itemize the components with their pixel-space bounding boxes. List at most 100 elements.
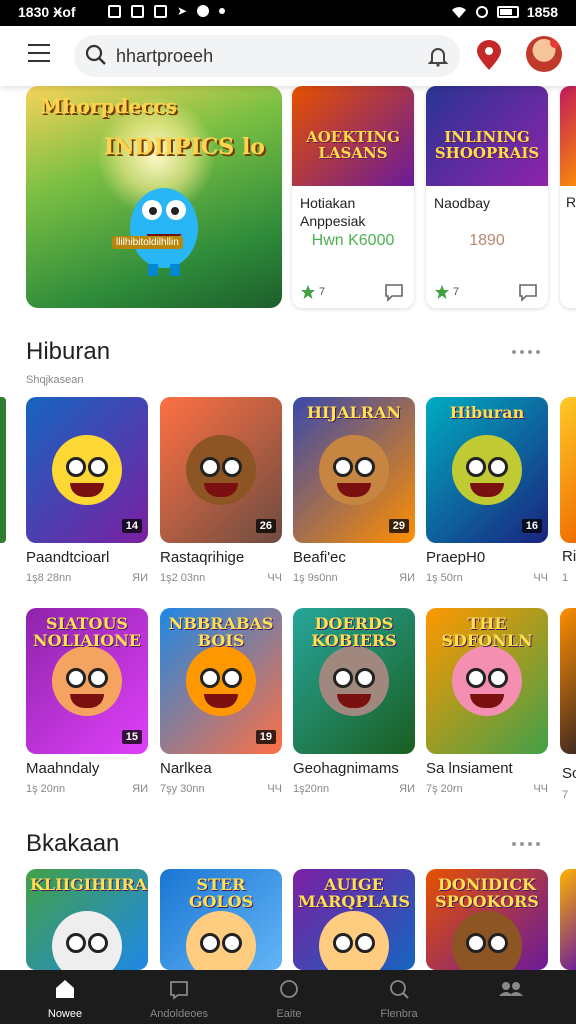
game-tile-title-art: SIATOUS NOLIAIONE [33,614,141,650]
game-tile-image: NBBRABAS BOIS 19 [160,608,282,754]
tile-meta: 1ş2 03nn ЧЧ [160,572,282,584]
search-bar[interactable]: hhartproeeh [74,35,460,77]
tile-size: 1ş2 03nn [160,572,206,584]
tile-name: Paandtcioarl [26,549,110,566]
tile-rating: ЧЧ [267,783,282,795]
tile-name: Narlkea [160,760,212,777]
nav-search[interactable]: Flenbra [344,970,454,1024]
search-icon [85,44,106,65]
wifi-icon [451,7,466,18]
app-card[interactable]: AOEKTING LASANS Hotiakan Anppesiak Hwn K… [292,86,414,308]
tile-name: Sa lnsiament [426,760,513,777]
bottom-navigation: Nowee Andoldeoes Eaite Flenbra [0,970,576,1024]
app-card[interactable]: INLINING SHOOPRAIS Naodbay 1890 7 [426,86,548,308]
game-tile-title-art: THE SDFONLN [441,614,533,650]
tile-name: Rastaqrihige [160,549,245,566]
comment-icon[interactable] [384,282,404,302]
tile-rating: ЯИ [132,783,148,795]
app-card-price: 1890 [469,232,505,249]
tile-name: Geohagnimams [293,760,399,777]
battery-icon [496,6,519,18]
location-pin-icon[interactable] [474,40,504,72]
star-icon [435,285,449,299]
game-tile[interactable]: DOERDS KOBIERS Geohagnimams 1ş20nn ЯИ [293,608,415,795]
section-title: Hiburan [26,338,111,365]
game-tile-title-art: HIJALRAN [306,403,402,422]
sync-icon [197,5,210,17]
status-time-right: 1858 [526,4,558,20]
more-options-icon[interactable] [512,348,548,356]
tile-peek-right[interactable] [560,608,576,754]
notification-icon [154,4,167,18]
game-tile-title-art: AUIGE MARQPLAIS [297,875,411,911]
location-icon: ➤ [177,4,188,18]
game-tile-image: DONIDICK SPOOKORS [426,869,548,970]
game-tile[interactable]: Hiburan 16 PraepH0 1ş 50rn ЧЧ [426,397,548,584]
game-tile-image: HIJALRAN 29 [293,397,415,543]
tile-meta: 7ş 20rn ЧЧ [426,783,548,795]
app-card-name: Hotiakan Anppesiak [300,195,366,230]
game-tile-title-art: DONIDICK SPOOKORS [435,875,539,911]
age-rating-badge: 16 [521,519,542,533]
game-tile[interactable]: SIATOUS NOLIAIONE 15 Maahndaly 1ş 20nn ЯИ [26,608,148,795]
app-card-name: Naodbay [434,195,491,211]
tile-size: 1ş20nn [293,783,330,795]
tile-size: 1ş 20nn [26,783,66,795]
age-rating-badge: 14 [121,519,142,533]
featured-subtitle: llilhibitoldilhllin [112,236,183,249]
game-tile[interactable]: AUIGE MARQPLAIS [293,869,415,970]
avatar[interactable] [526,36,562,72]
app-card-art-title: INLINING SHOOPRAIS [434,128,540,162]
app-card-name: R [566,194,576,210]
comment-icon[interactable] [518,282,538,302]
age-rating-badge: 15 [121,730,142,744]
game-tile[interactable]: THE SDFONLN Sa lnsiament 7ş 20rn ЧЧ [426,608,548,795]
tile-rating: ЯИ [399,783,415,795]
tile-peek-right[interactable] [560,869,576,970]
featured-banner[interactable]: Mhorpdeccs INDIIPICS lo llilhibitoldilhl… [26,86,282,308]
tile-rating: ЧЧ [533,572,548,584]
game-tile-image: KLIIGIHIIRAN [26,869,148,970]
tile-name: Maahndaly [26,760,100,777]
menu-icon[interactable] [28,44,50,62]
app-card-peek[interactable]: R [560,86,576,308]
game-tile-image: Hiburan 16 [426,397,548,543]
app-card-rating: 7 [300,284,325,300]
nav-home[interactable]: Nowee [10,970,120,1024]
tile-rating: ЯИ [399,572,415,584]
game-tile[interactable]: KLIIGIHIIRAN [26,869,148,970]
more-options-icon[interactable] [512,840,548,848]
character-face [452,911,522,970]
game-tile[interactable]: STER GOLOS [160,869,282,970]
app-card-art-title: AOEKTING LASANS [306,128,400,162]
featured-title: INDIIPICS lo [104,134,265,160]
tile-peek-left[interactable] [0,397,6,543]
search-input[interactable]: hhartproeeh [116,46,213,67]
status-notification-icons: ➤ [108,4,226,18]
nav-apps[interactable]: Andoldeoes [124,970,234,1024]
game-tile[interactable]: HIJALRAN 29 Beafi'ec 1ş 9s0nn ЯИ [293,397,415,584]
game-tile[interactable]: DONIDICK SPOOKORS [426,869,548,970]
tile-meta: 1ş 50rn ЧЧ [426,572,548,584]
game-tile-image: 26 [160,397,282,543]
game-tile[interactable]: 14 Paandtcioarl 1ş8 28nn ЯИ [26,397,148,584]
age-rating-badge: 26 [255,519,276,533]
bell-icon[interactable] [428,45,448,67]
tile-rating: ЯИ [132,572,148,584]
tile-rating: ЧЧ [533,783,548,795]
tile-meta: 1ş8 28nn ЯИ [26,572,148,584]
game-tile[interactable]: NBBRABAS BOIS 19 Narlkea 7şy 30nn ЧЧ [160,608,282,795]
notification-icon [131,4,144,18]
tile-size: 7şy 30nn [160,783,205,795]
character-face [319,911,389,970]
nav-games[interactable]: Eaite [234,970,344,1024]
tile-peek-right[interactable] [560,397,576,543]
tile-size: 1ş8 28nn [26,572,72,584]
tile-meta: 7şy 30nn ЧЧ [160,783,282,795]
nav-people[interactable] [454,970,564,1024]
tile-rating: ЧЧ [267,572,282,584]
search-header: hhartproeeh [0,26,576,86]
game-tile[interactable]: 26 Rastaqrihige 1ş2 03nn ЧЧ [160,397,282,584]
more-notifications-icon [219,8,226,14]
app-card-art: INLINING SHOOPRAIS [426,86,548,186]
